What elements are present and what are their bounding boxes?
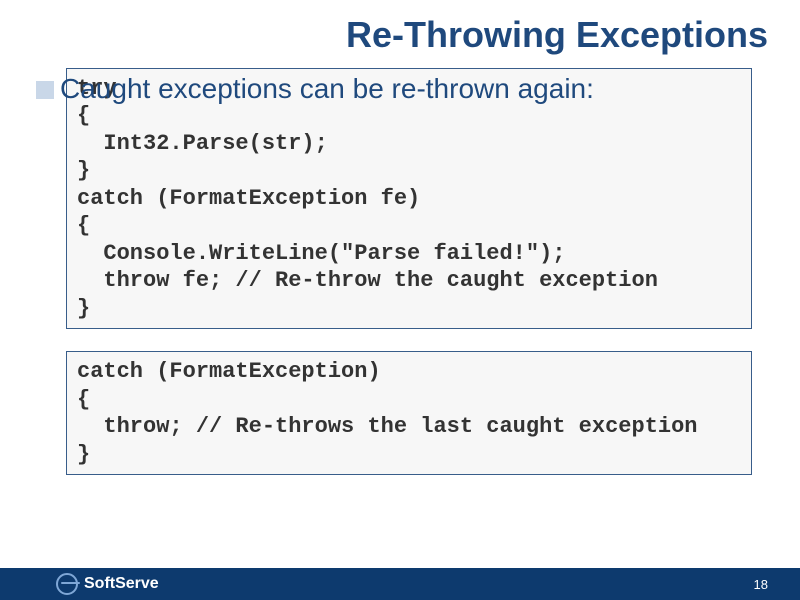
square-bullet-icon (36, 81, 54, 99)
slide-content: Caught exceptions can be re-thrown again… (0, 56, 800, 475)
slide-title: Re-Throwing Exceptions (0, 0, 800, 56)
brand-logo-icon (56, 573, 78, 595)
code-block-2: catch (FormatException) { throw; // Re-t… (66, 351, 752, 475)
bullet-row: Caught exceptions can be re-thrown again… (36, 72, 764, 106)
page-number: 18 (754, 577, 768, 592)
slide-footer: SoftServe 18 (0, 568, 800, 600)
brand-name: SoftServe (84, 575, 159, 593)
bullet-text: Caught exceptions can be re-thrown again… (60, 72, 594, 106)
code-block-1: try { Int32.Parse(str); } catch (FormatE… (66, 68, 752, 330)
brand: SoftServe (56, 573, 159, 595)
